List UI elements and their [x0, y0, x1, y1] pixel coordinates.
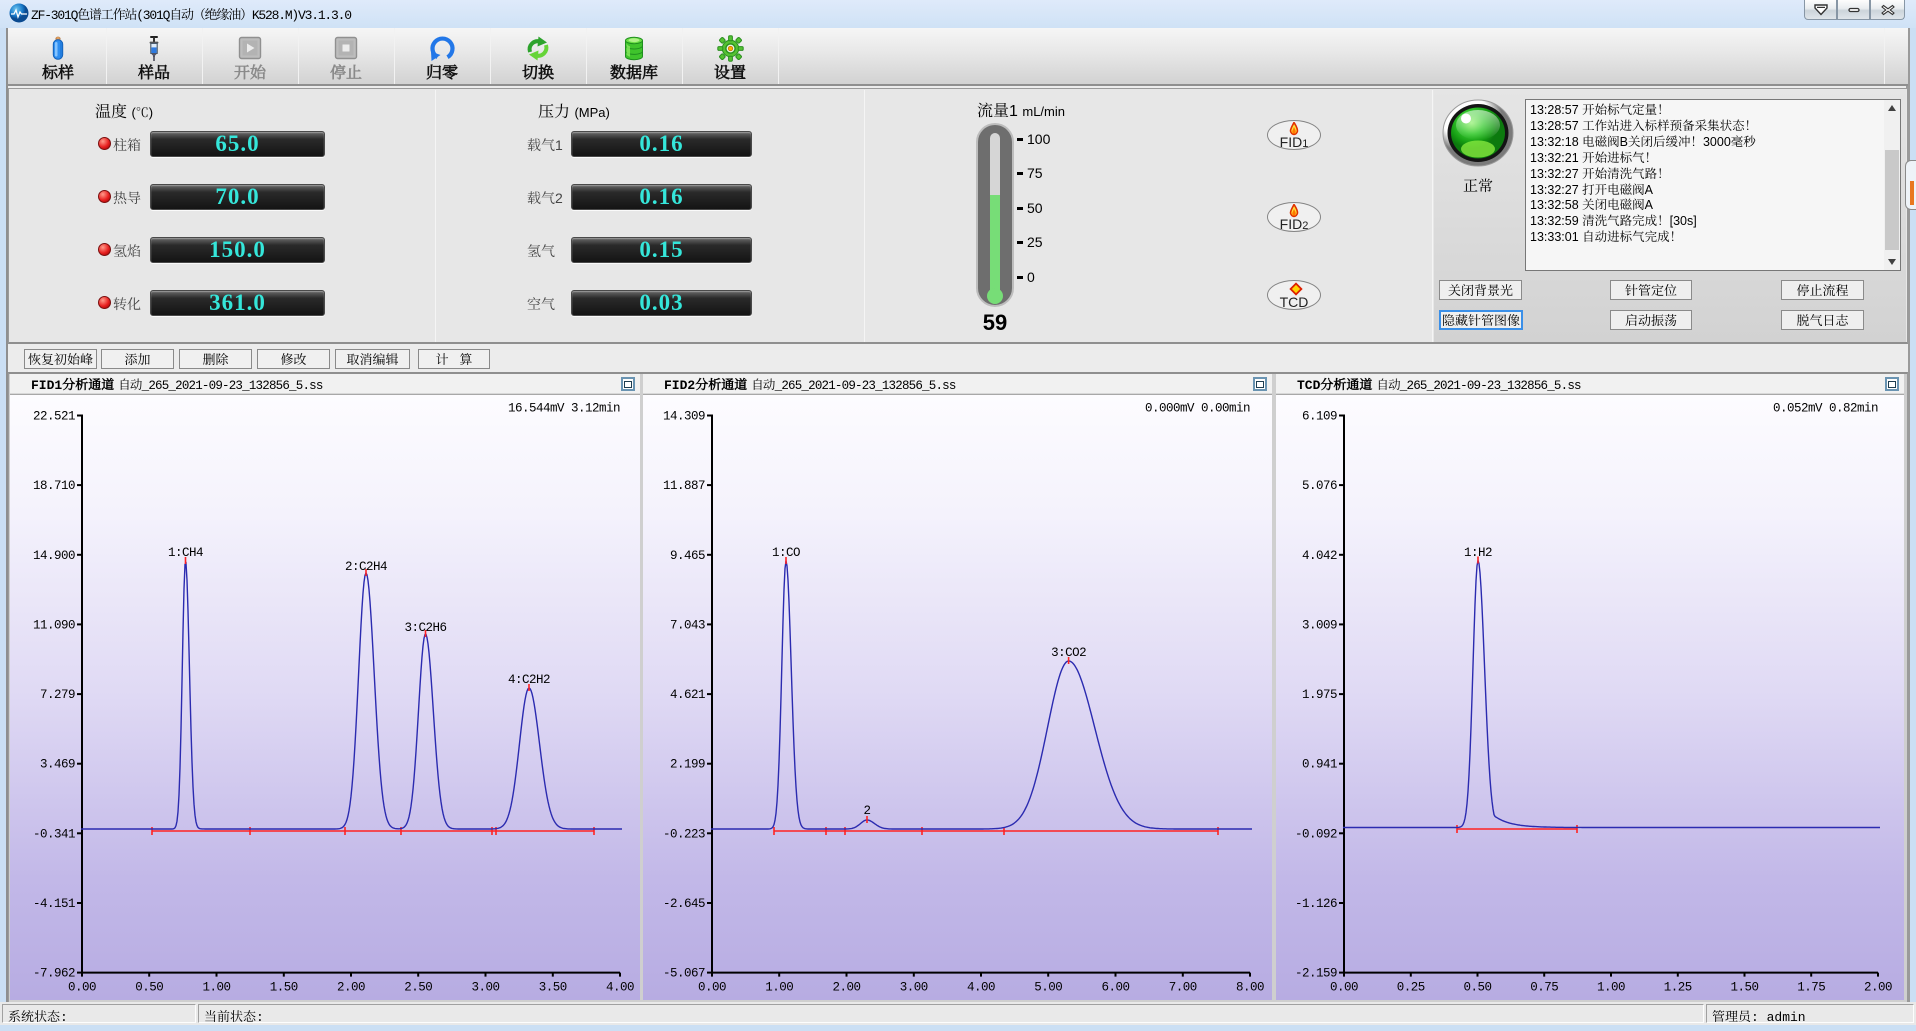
svg-text:4.042: 4.042 [1302, 549, 1337, 563]
svg-text:3:CO2: 3:CO2 [1051, 646, 1086, 660]
svg-text:11.090: 11.090 [33, 618, 75, 632]
svg-text:3.469: 3.469 [40, 758, 75, 772]
svg-text:6.109: 6.109 [1302, 410, 1337, 424]
svg-text:1.975: 1.975 [1302, 688, 1337, 702]
svg-text:14.900: 14.900 [33, 549, 75, 563]
svg-text:0.75: 0.75 [1530, 981, 1558, 995]
svg-text:0.00: 0.00 [68, 981, 96, 995]
svg-text:3.00: 3.00 [471, 981, 499, 995]
svg-text:7.00: 7.00 [1169, 981, 1197, 995]
svg-text:2:C2H4: 2:C2H4 [345, 560, 387, 574]
svg-text:2: 2 [863, 804, 870, 818]
svg-text:4:C2H2: 4:C2H2 [508, 673, 550, 687]
svg-text:1.00: 1.00 [202, 981, 230, 995]
svg-text:2.50: 2.50 [404, 981, 432, 995]
svg-text:2.00: 2.00 [1864, 981, 1892, 995]
svg-text:22.521: 22.521 [33, 410, 75, 424]
svg-text:1.50: 1.50 [270, 981, 298, 995]
svg-text:4.621: 4.621 [670, 688, 705, 702]
svg-text:3:C2H6: 3:C2H6 [404, 621, 446, 635]
svg-text:9.465: 9.465 [670, 549, 705, 563]
svg-text:4.00: 4.00 [967, 981, 995, 995]
svg-text:-2.159: -2.159 [1295, 967, 1337, 981]
svg-text:0.000mV 0.00min: 0.000mV 0.00min [1145, 402, 1250, 416]
svg-text:-2.645: -2.645 [663, 897, 705, 911]
svg-text:11.887: 11.887 [663, 479, 705, 493]
svg-text:1.00: 1.00 [1597, 981, 1625, 995]
svg-text:-7.962: -7.962 [33, 967, 75, 981]
svg-text:14.309: 14.309 [663, 410, 705, 424]
svg-text:7.043: 7.043 [670, 618, 705, 632]
svg-text:-5.067: -5.067 [663, 967, 705, 981]
svg-text:1:CO: 1:CO [772, 546, 800, 560]
svg-text:2.00: 2.00 [832, 981, 860, 995]
svg-text:-4.151: -4.151 [33, 897, 75, 911]
svg-text:0.00: 0.00 [698, 981, 726, 995]
svg-text:-1.126: -1.126 [1295, 897, 1337, 911]
svg-text:3.00: 3.00 [900, 981, 928, 995]
svg-text:16.544mV 3.12min: 16.544mV 3.12min [508, 402, 620, 416]
svg-text:0.50: 0.50 [1463, 981, 1491, 995]
svg-text:3.50: 3.50 [539, 981, 567, 995]
svg-text:5.00: 5.00 [1034, 981, 1062, 995]
svg-text:0.941: 0.941 [1302, 758, 1337, 772]
svg-text:1:H2: 1:H2 [1464, 546, 1492, 560]
svg-text:5.076: 5.076 [1302, 479, 1337, 493]
svg-text:0.052mV 0.82min: 0.052mV 0.82min [1773, 402, 1878, 416]
svg-text:-0.092: -0.092 [1295, 827, 1337, 841]
svg-text:0.00: 0.00 [1330, 981, 1358, 995]
svg-text:8.00: 8.00 [1236, 981, 1264, 995]
svg-text:3.009: 3.009 [1302, 618, 1337, 632]
svg-text:-0.341: -0.341 [33, 827, 75, 841]
svg-text:7.279: 7.279 [40, 688, 75, 702]
svg-text:1.00: 1.00 [765, 981, 793, 995]
svg-text:1.75: 1.75 [1797, 981, 1825, 995]
svg-text:1.25: 1.25 [1664, 981, 1692, 995]
svg-text:18.710: 18.710 [33, 479, 75, 493]
svg-text:0.25: 0.25 [1397, 981, 1425, 995]
svg-text:0.50: 0.50 [135, 981, 163, 995]
svg-text:1.50: 1.50 [1730, 981, 1758, 995]
svg-text:4.00: 4.00 [606, 981, 634, 995]
svg-text:2.00: 2.00 [337, 981, 365, 995]
svg-text:6.00: 6.00 [1101, 981, 1129, 995]
svg-text:2.199: 2.199 [670, 758, 705, 772]
svg-text:-0.223: -0.223 [663, 827, 705, 841]
svg-text:1:CH4: 1:CH4 [168, 546, 203, 560]
